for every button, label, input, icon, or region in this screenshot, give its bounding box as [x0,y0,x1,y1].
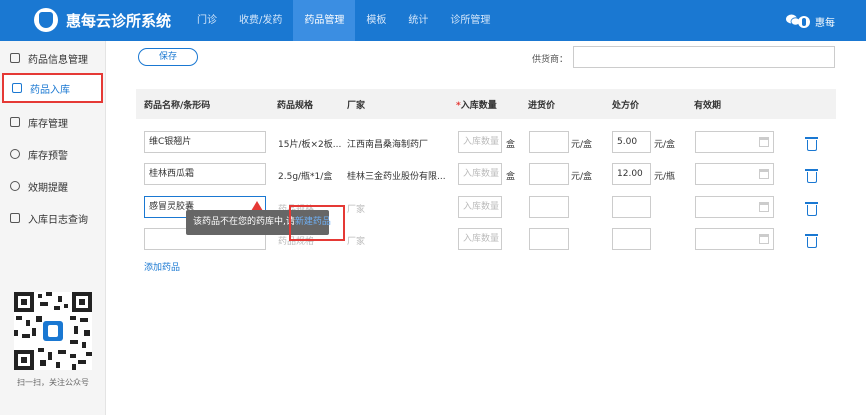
user-name: 惠每 [815,18,835,29]
inventory-icon [10,117,20,127]
col-manufacturer: 厂家 [347,101,366,111]
prescription-price-unit: 元/瓶 [654,172,676,182]
purchase-price-input[interactable] [529,163,569,185]
col-prescription-price: 处方价 [612,101,640,111]
qr-code-icon [14,292,92,370]
sidebar-item-label: 药品入库 [30,84,70,96]
quantity-unit: 盒 [506,140,516,150]
prescription-price-input[interactable]: 5.00 [612,131,651,153]
top-bar: 惠每云诊所系统 门诊 收费/发药 药品管理 模板 统计 诊所管理 惠每 [0,0,866,41]
supplier-label: 供货商： [532,55,569,65]
col-purchase-price: 进货价 [528,101,556,111]
calendar-icon[interactable] [759,234,769,244]
delete-icon[interactable] [805,202,818,216]
sidebar-item-label: 效期提醒 [28,182,68,194]
delete-icon[interactable] [805,169,818,183]
spec-cell: 15片/板×2板... [278,140,342,150]
quantity-unit: 盒 [506,172,516,182]
clock-icon [10,181,20,191]
nav-clinic-management[interactable]: 诊所管理 [439,0,501,41]
prescription-price-input[interactable] [612,228,651,250]
gear-icon [10,149,20,159]
calendar-icon[interactable] [759,202,769,212]
delete-icon[interactable] [805,137,818,151]
sidebar-item-label: 药品信息管理 [28,54,88,66]
quantity-input[interactable]: 入库数量 [458,163,502,185]
col-quantity: *入库数量 [456,101,497,111]
supplier-input[interactable] [573,46,835,68]
calendar-icon[interactable] [759,137,769,147]
tooltip-text: 该药品不在您的药库中,请 [193,217,295,227]
nav-drug-management[interactable]: 药品管理 [293,0,356,41]
sidebar-item-label: 库存管理 [28,118,68,130]
drug-name-input[interactable]: 维C银翘片 [144,131,266,153]
sidebar-item-inventory[interactable]: 库存管理 [0,107,106,137]
logo-icon [34,8,58,32]
prescription-price-input[interactable] [612,196,651,218]
sidebar-item-drug-info[interactable]: 药品信息管理 [0,43,106,73]
brand-title: 惠每云诊所系统 [66,12,172,30]
prescription-price-input[interactable]: 12.00 [612,163,651,185]
purchase-price-input[interactable] [529,228,569,250]
sidebar-item-expiry-reminder[interactable]: 效期提醒 [0,171,106,201]
nav-statistics[interactable]: 统计 [397,0,439,41]
quantity-input[interactable]: 入库数量 [458,131,502,153]
nav-template[interactable]: 模板 [355,0,397,41]
purchase-price-input[interactable] [529,131,569,153]
highlight-box [289,205,345,241]
purchase-price-unit: 元/盒 [571,172,593,182]
drug-name-input[interactable]: 桂林西瓜霜 [144,163,266,185]
col-expiry: 有效期 [694,101,722,111]
manufacturer-cell: 厂家 [347,237,366,247]
sidebar-item-stock-alert[interactable]: 库存预警 [0,139,106,169]
manufacturer-cell: 厂家 [347,205,366,215]
spec-cell: 2.5g/瓶*1/盒 [278,172,333,182]
main-nav: 门诊 收费/发药 药品管理 模板 统计 诊所管理 [186,0,501,41]
sidebar-item-label: 库存预警 [28,150,68,162]
user-menu[interactable]: 惠每 [798,14,835,29]
prescription-price-unit: 元/盒 [654,140,676,150]
sidebar-item-label: 入库日志查询 [28,214,88,226]
manufacturer-cell: 江西南昌桑海制药厂 [347,140,429,150]
purchase-price-unit: 元/盒 [571,140,593,150]
qr-caption: 扫一扫，关注公众号 [17,378,89,387]
manufacturer-cell: 桂林三金药业股份有限... [347,172,446,182]
save-button[interactable]: 保存 [138,48,198,66]
sidebar-item-stock-log[interactable]: 入库日志查询 [0,203,106,233]
purchase-price-input[interactable] [529,196,569,218]
quantity-input[interactable]: 入库数量 [458,196,502,218]
drug-info-icon [10,53,20,63]
stock-in-icon [12,83,22,93]
col-spec: 药品规格 [277,101,314,111]
calendar-icon[interactable] [759,169,769,179]
table-header: 药品名称/条形码 药品规格 厂家 *入库数量 进货价 处方价 有效期 [136,89,836,119]
sidebar-item-drug-stock-in[interactable]: 药品入库 [2,73,103,103]
user-icon [798,15,810,28]
quantity-input[interactable]: 入库数量 [458,228,502,250]
sidebar: 药品信息管理 药品入库 库存管理 库存预警 效期提醒 入库日志查询 扫一扫，关注… [0,41,106,415]
delete-icon[interactable] [805,234,818,248]
document-icon [10,213,20,223]
nav-outpatient[interactable]: 门诊 [186,0,228,41]
col-drug-name: 药品名称/条形码 [144,101,211,111]
nav-charge-dispense[interactable]: 收费/发药 [228,0,293,41]
add-drug-link[interactable]: 添加药品 [144,260,180,273]
